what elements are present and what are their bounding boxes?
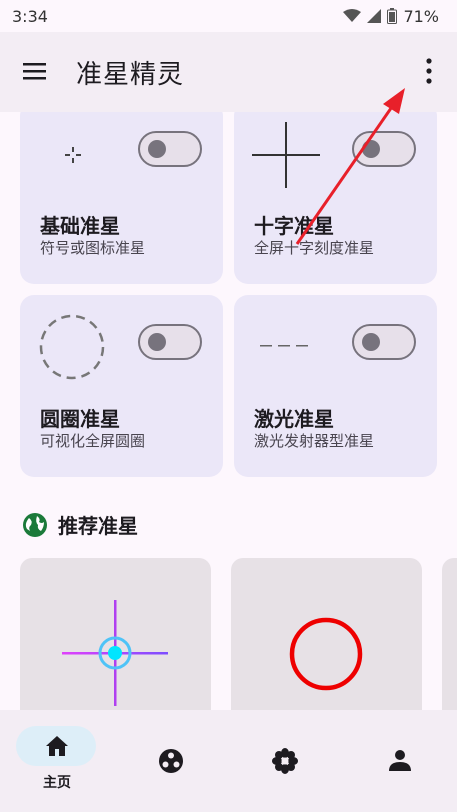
flower-icon (272, 748, 298, 774)
nav-item-home[interactable]: 主页 (0, 710, 114, 812)
dots-icon (159, 749, 183, 773)
nav-item-community[interactable] (114, 710, 228, 812)
nav-item-settings[interactable] (228, 710, 342, 812)
bottom-navigation: 主页 (0, 710, 457, 812)
annotation-arrow-icon (295, 88, 405, 245)
home-icon (46, 736, 68, 756)
person-icon (389, 750, 411, 771)
nav-item-profile[interactable] (342, 710, 456, 812)
nav-label-home: 主页 (43, 775, 71, 791)
